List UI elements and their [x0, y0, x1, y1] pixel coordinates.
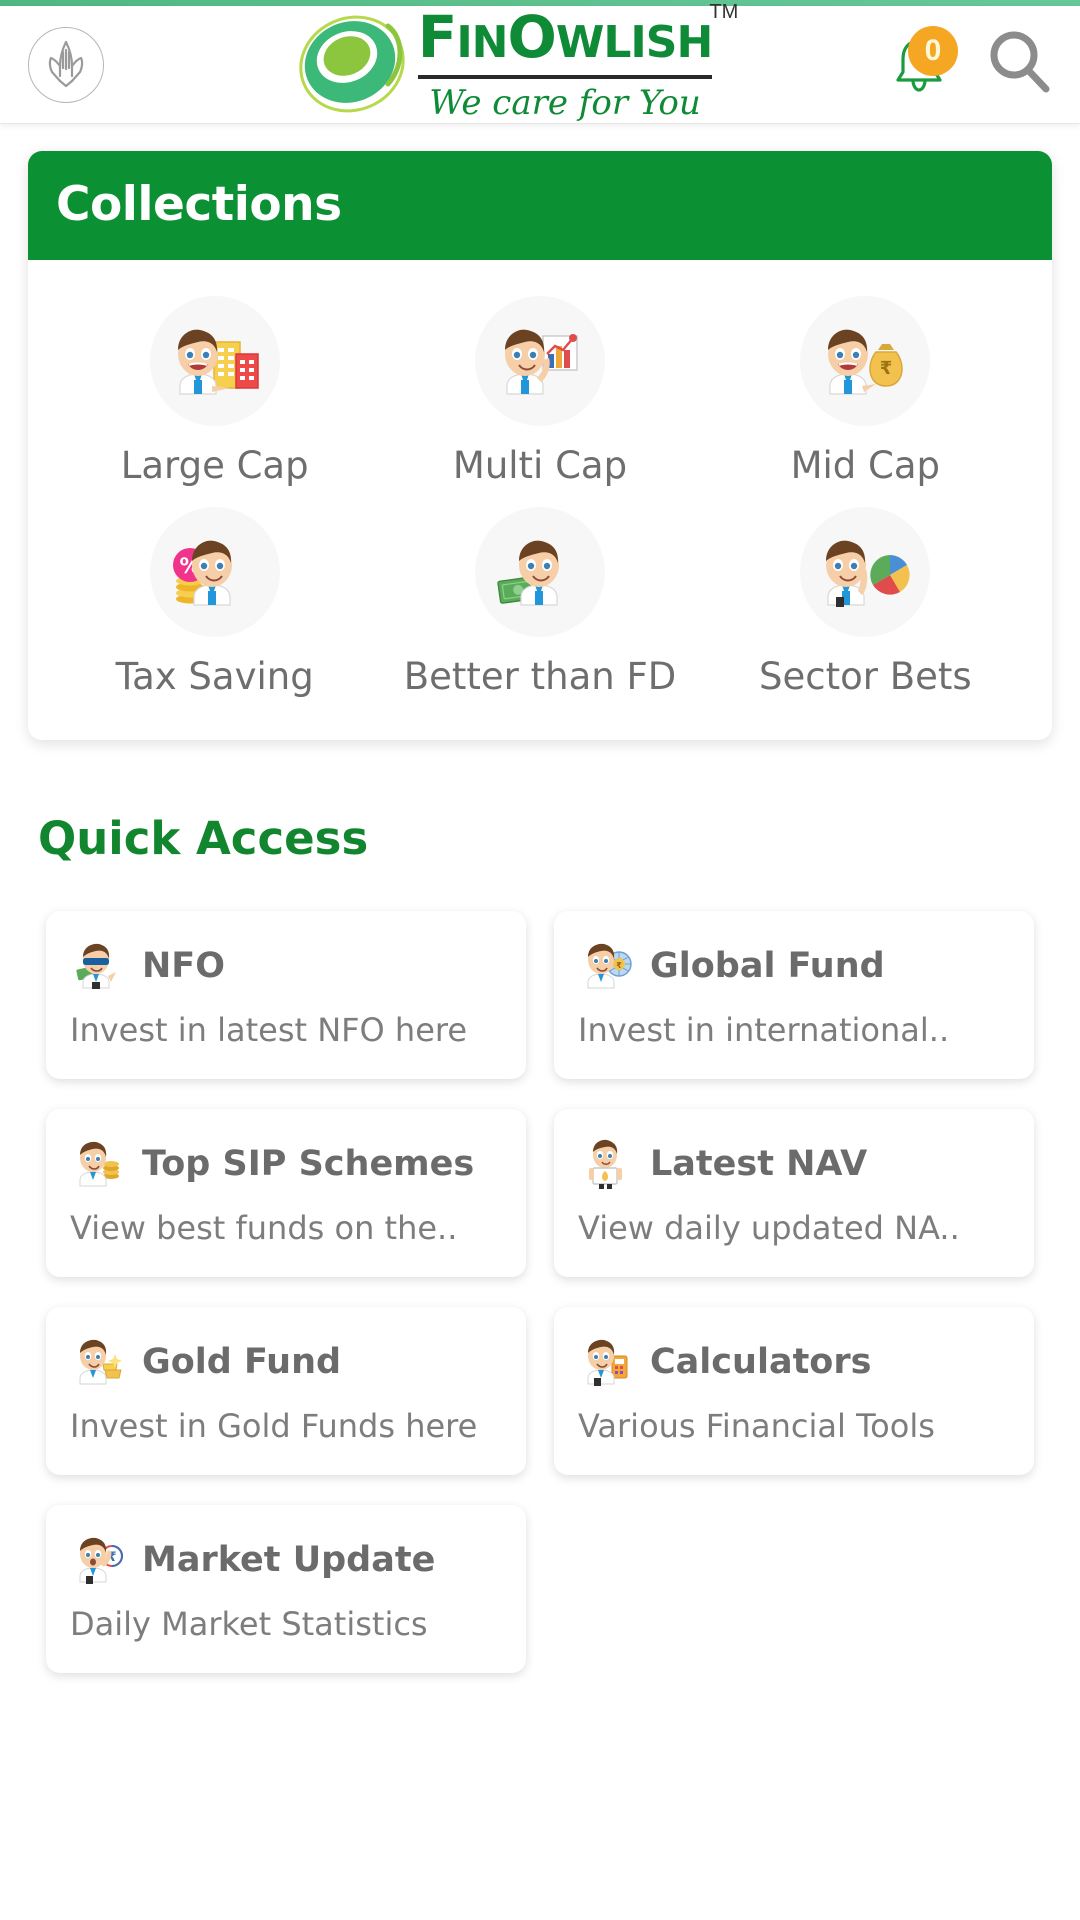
- owl-swoosh-icon: [292, 10, 418, 119]
- man-with-percent-coin-icon: %: [149, 507, 280, 637]
- collection-label: Large Cap: [120, 444, 309, 487]
- man-calculator-icon: [578, 1333, 636, 1391]
- card-header: Calculators: [578, 1333, 1010, 1391]
- man-gold-coins-icon: [70, 1135, 128, 1193]
- brand-name-text: FINOWLISH: [417, 2, 714, 71]
- man-globe-rupee-icon: ₹: [578, 937, 636, 995]
- collection-item-multi-cap[interactable]: Multi Cap: [377, 296, 702, 487]
- card-title: Global Fund: [650, 946, 885, 986]
- card-header: NFO: [70, 937, 502, 995]
- collections-card: Collections Large Cap Multi Cap ₹ Mid Ca…: [28, 151, 1052, 740]
- collections-header: Collections: [28, 151, 1052, 260]
- man-with-cash-icon: [474, 507, 605, 637]
- quick-access-card-nfo[interactable]: NFO Invest in latest NFO here: [46, 911, 526, 1079]
- app-header: FINOWLISH We care for You TM 0: [0, 1, 1080, 124]
- collection-item-mid-cap[interactable]: ₹ Mid Cap: [703, 296, 1028, 487]
- page-content: Collections Large Cap Multi Cap ₹ Mid Ca…: [0, 124, 1080, 1920]
- man-rupee-symbol-icon: ₹: [70, 1531, 128, 1589]
- card-title: Market Update: [142, 1540, 436, 1580]
- quick-access-card-latest-nav[interactable]: Latest NAV View daily updated NA..: [554, 1109, 1034, 1277]
- quick-access-card-calculators[interactable]: Calculators Various Financial Tools: [554, 1307, 1034, 1475]
- bell-icon: [890, 33, 948, 100]
- collection-item-sector-bets[interactable]: Sector Bets: [703, 507, 1028, 698]
- card-description: View best funds on the..: [70, 1209, 458, 1247]
- search-button[interactable]: [984, 26, 1052, 103]
- collection-label: Multi Cap: [452, 444, 628, 487]
- brand-logo: FINOWLISH We care for You TM: [124, 1, 880, 123]
- card-description: Invest in latest NFO here: [70, 1011, 468, 1049]
- collection-label: Better than FD: [403, 655, 677, 698]
- profile-avatar-button[interactable]: [28, 26, 104, 103]
- card-description: Various Financial Tools: [578, 1407, 935, 1445]
- header-actions: 0: [890, 25, 1052, 103]
- man-with-buildings-icon: [149, 296, 280, 426]
- collection-label: Mid Cap: [790, 444, 941, 487]
- man-gold-bars-icon: [70, 1333, 128, 1391]
- man-sunglasses-cash-icon: [70, 937, 128, 995]
- card-description: Invest in international..: [578, 1011, 950, 1049]
- collections-title: Collections: [56, 177, 342, 232]
- notification-count-badge: 0: [908, 25, 958, 76]
- collection-item-better-than-fd[interactable]: Better than FD: [377, 507, 702, 698]
- card-description: View daily updated NA..: [578, 1209, 960, 1247]
- brand-tagline: We care for You: [429, 82, 701, 123]
- card-header: ₹ Global Fund: [578, 937, 1010, 995]
- card-title: Latest NAV: [650, 1144, 868, 1184]
- quick-access-title: Quick Access: [38, 812, 369, 865]
- collection-label: Sector Bets: [759, 655, 972, 698]
- man-with-money-bag-icon: ₹: [800, 296, 931, 426]
- quick-access-card-global-fund[interactable]: ₹ Global Fund Invest in international..: [554, 911, 1034, 1079]
- svg-text:₹: ₹: [616, 961, 622, 970]
- card-header: Gold Fund: [70, 1333, 502, 1391]
- collection-item-large-cap[interactable]: Large Cap: [52, 296, 377, 487]
- collections-grid: Large Cap Multi Cap ₹ Mid Cap % Tax Savi…: [28, 260, 1052, 740]
- quick-access-card-top-sip-schemes[interactable]: Top SIP Schemes View best funds on the..: [46, 1109, 526, 1277]
- quick-access-card-market-update[interactable]: ₹ Market Update Daily Market Statistics: [46, 1505, 526, 1673]
- quick-access-card-gold-fund[interactable]: Gold Fund Invest in Gold Funds here: [46, 1307, 526, 1475]
- collection-item-tax-saving[interactable]: % Tax Saving: [52, 507, 377, 698]
- svg-text:₹: ₹: [880, 358, 893, 379]
- card-description: Daily Market Statistics: [70, 1605, 428, 1643]
- man-with-bar-chart-icon: [474, 296, 605, 426]
- man-holding-board-icon: [578, 1135, 636, 1193]
- card-title: Gold Fund: [142, 1342, 342, 1382]
- card-header: Latest NAV: [578, 1135, 1010, 1193]
- card-title: Calculators: [650, 1342, 872, 1382]
- card-header: ₹ Market Update: [70, 1531, 502, 1589]
- namaste-hands-icon: [43, 36, 89, 93]
- brand-wordmark: FINOWLISH We care for You TM: [417, 1, 738, 123]
- card-description: Invest in Gold Funds here: [70, 1407, 478, 1445]
- brand-underline: [417, 74, 713, 79]
- quick-access-grid: NFO Invest in latest NFO here ₹ Global F…: [46, 911, 1034, 1673]
- trademark-mark: TM: [709, 0, 739, 23]
- collection-label: Tax Saving: [115, 655, 314, 698]
- card-title: NFO: [142, 946, 225, 986]
- card-title: Top SIP Schemes: [142, 1144, 475, 1184]
- card-header: Top SIP Schemes: [70, 1135, 502, 1193]
- man-with-pie-chart-icon: [800, 507, 931, 637]
- search-icon: [984, 31, 1052, 102]
- notifications-button[interactable]: 0: [890, 25, 958, 100]
